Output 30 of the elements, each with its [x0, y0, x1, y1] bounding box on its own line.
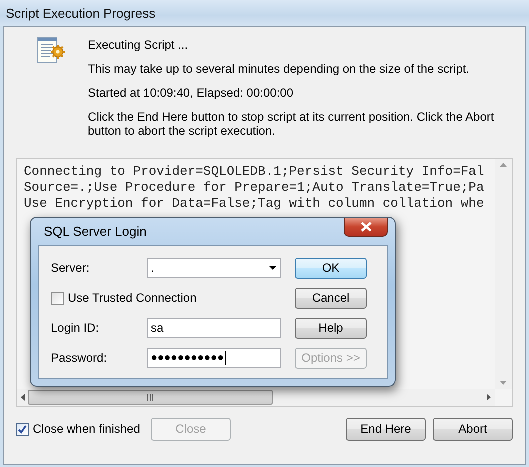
help-button[interactable]: Help: [295, 318, 367, 338]
checkbox[interactable]: [51, 292, 64, 304]
checkbox[interactable]: [16, 422, 29, 436]
field-label: Login ID:: [51, 321, 100, 335]
close-icon[interactable]: [360, 222, 372, 232]
scrollbar-thumb[interactable]: [28, 390, 273, 405]
status-heading: Executing Script ...: [88, 38, 190, 52]
window-title: Script Execution Progress: [6, 6, 156, 20]
log-line: Source=.;Use Procedure for Prepare=1;Auto Translate=True;Pa: [24, 180, 486, 196]
cancel-button[interactable]: Cancel: [295, 288, 367, 308]
status-text: Started at 10:09:40, Elapsed: 00:00:00: [88, 86, 295, 100]
end-here-button[interactable]: End Here: [346, 418, 426, 440]
status-text: This may take up to several minutes depending on the size of the script.: [88, 62, 471, 76]
input-field[interactable]: sa: [147, 318, 281, 338]
scroll-right-icon[interactable]: [487, 394, 491, 401]
status-text: Click the End Here button to stop script at its current position. Click the Abort button to abort the script execution.: [88, 110, 496, 138]
log-line: Connecting to Provider=SQLOLEDB.1;Persist Security Info=Fal: [24, 164, 486, 180]
checkbox-label: Close when finished: [33, 422, 140, 436]
close-button[interactable]: [344, 218, 388, 237]
log-line: Use Encryption for Data=False;Tag with column collation whe: [24, 196, 486, 212]
ok-button[interactable]: OK: [295, 258, 367, 278]
server-dropdown[interactable]: .: [147, 258, 281, 278]
abort-button[interactable]: Abort: [433, 418, 513, 440]
dialog-title: SQL Server Login: [43, 224, 147, 239]
field-label: Server:: [51, 261, 91, 275]
field-label: Password:: [51, 351, 108, 365]
caret-icon[interactable]: [269, 266, 277, 270]
password-field[interactable]: ●●●●●●●●●●●: [147, 348, 281, 368]
checkbox-label: Use Trusted Connection: [68, 291, 197, 305]
scroll-left-icon[interactable]: [21, 394, 25, 401]
